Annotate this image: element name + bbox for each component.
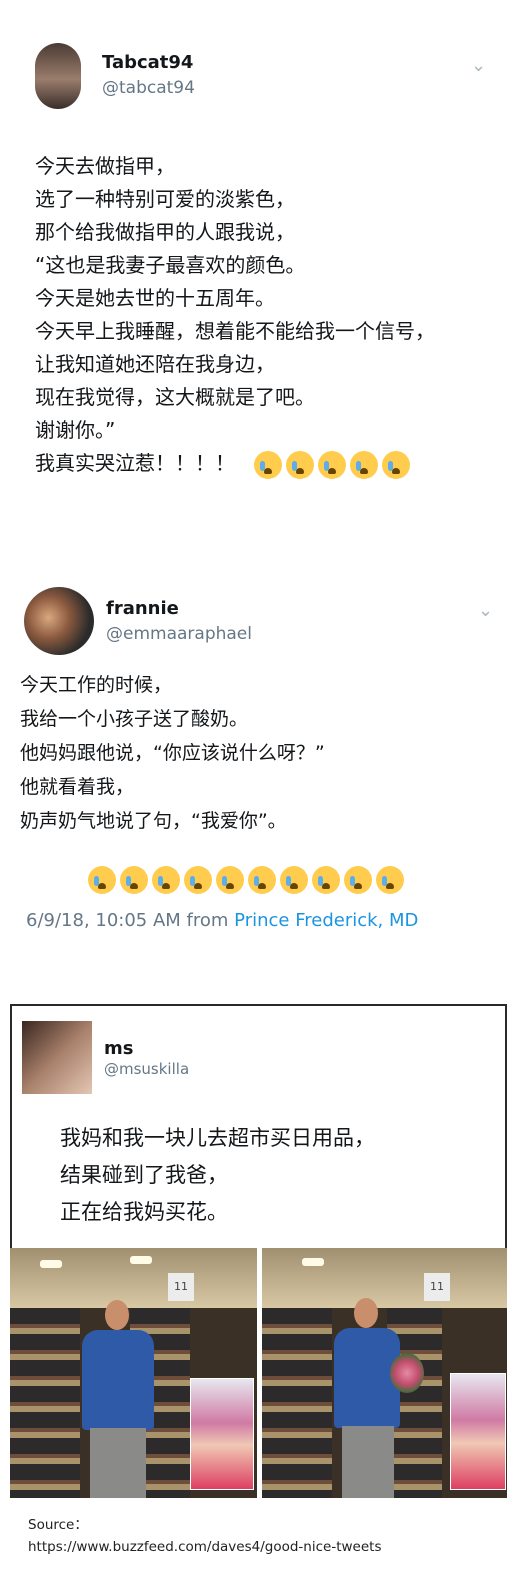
crying-face-icon [120,866,148,894]
crying-face-icon [184,866,212,894]
chevron-down-icon[interactable]: ⌄ [478,600,493,621]
tweet-line: 他妈妈跟他说，“你应该说什么呀？” [20,742,325,764]
tweet-line: 今天是她去世的十五周年。 [35,286,275,310]
tweet-line: 我妈和我一块儿去超市买日用品， [60,1126,375,1150]
tweet-line-text: 我真实哭泣惹！！！！ [35,451,235,475]
crying-face-icon [280,866,308,894]
person-body [82,1330,154,1430]
crying-face-icon [350,450,379,479]
crying-face-icon [88,866,116,894]
tweet-line: 我给一个小孩子送了酸奶。 [20,708,249,730]
tweet-text: 今天工作的时候， 我给一个小孩子送了酸奶。 他妈妈跟他说，“你应该说什么呀？” … [20,668,510,838]
tweet-line: 结果碰到了我爸， [60,1163,228,1187]
person-legs [90,1428,146,1498]
user-handle[interactable]: @tabcat94 [102,78,195,98]
magazine-rack [450,1373,506,1490]
display-name[interactable]: frannie [106,598,179,619]
ceiling-light [302,1258,324,1266]
avatar[interactable] [24,587,94,655]
timestamp-text: 6/9/18, 10:05 AM from [26,910,229,931]
tweet-line: 正在给我妈买花。 [60,1200,228,1224]
tweet-photo[interactable]: 11 [10,1248,257,1498]
person-head [354,1298,378,1328]
source-label: Source： [28,1517,88,1533]
tweet-line: 让我知道她还陪在我身边， [35,352,275,376]
crying-face-icon [216,866,244,894]
flower-bouquet [390,1353,424,1393]
crying-face-icon [152,866,180,894]
crying-face-icon [318,450,347,479]
tweet-photo[interactable]: 11 [262,1248,507,1498]
tweet-timestamp: 6/9/18, 10:05 AM from Prince Frederick, … [26,910,418,931]
tweet-line: 选了一种特别可爱的淡紫色， [35,187,295,211]
crying-face-icon [286,450,315,479]
source-url[interactable]: https://www.buzzfeed.com/daves4/good-nic… [28,1536,382,1558]
tweet-line: “这也是我妻子最喜欢的颜色。 [35,253,306,277]
avatar[interactable] [22,1021,92,1094]
avatar[interactable] [35,43,81,109]
magazine-rack [190,1378,254,1490]
store-ceiling [262,1248,507,1308]
person-legs [342,1426,394,1498]
aisle-sign: 11 [168,1273,194,1301]
tweet-line: 他就看着我， [20,776,135,798]
person-head [105,1300,129,1330]
crying-face-icon [312,866,340,894]
display-name[interactable]: ms [104,1038,133,1059]
tweet-line: 今天去做指甲， [35,154,175,178]
store-shelf [262,1308,332,1498]
tweet-line: 今天早上我睡醒，想着能不能给我一个信号， [35,319,435,343]
tweet-line: 现在我觉得，这大概就是了吧。 [35,385,315,409]
store-shelf [10,1308,80,1498]
tweet-text: 我妈和我一块儿去超市买日用品， 结果碰到了我爸， 正在给我妈买花。 [60,1120,375,1231]
tweet-line: 今天工作的时候， [20,674,173,696]
user-handle[interactable]: @msuskilla [104,1060,189,1078]
tweet-line: 谢谢你。” [35,418,116,442]
display-name[interactable]: Tabcat94 [102,52,193,73]
emoji-row [88,866,408,894]
tweet-text: 今天去做指甲， 选了一种特别可爱的淡紫色， 那个给我做指甲的人跟我说， “这也是… [35,150,515,480]
location-link[interactable]: Prince Frederick, MD [234,910,418,931]
crying-face-icon [254,450,283,479]
user-handle[interactable]: @emmaaraphael [106,624,252,644]
tweet-line: 我真实哭泣惹！！！！ [35,447,515,480]
aisle-sign: 11 [424,1273,450,1301]
source-credit: Source： https://www.buzzfeed.com/daves4/… [28,1514,382,1558]
crying-face-icon [382,450,411,479]
crying-face-icon [376,866,404,894]
tweet-line: 那个给我做指甲的人跟我说， [35,220,295,244]
emoji-row [254,450,414,479]
tweet-line: 奶声奶气地说了句，“我爱你”。 [20,810,287,832]
chevron-down-icon[interactable]: ⌄ [471,55,486,76]
crying-face-icon [248,866,276,894]
ceiling-light [130,1256,152,1264]
crying-face-icon [344,866,372,894]
ceiling-light [40,1260,62,1268]
